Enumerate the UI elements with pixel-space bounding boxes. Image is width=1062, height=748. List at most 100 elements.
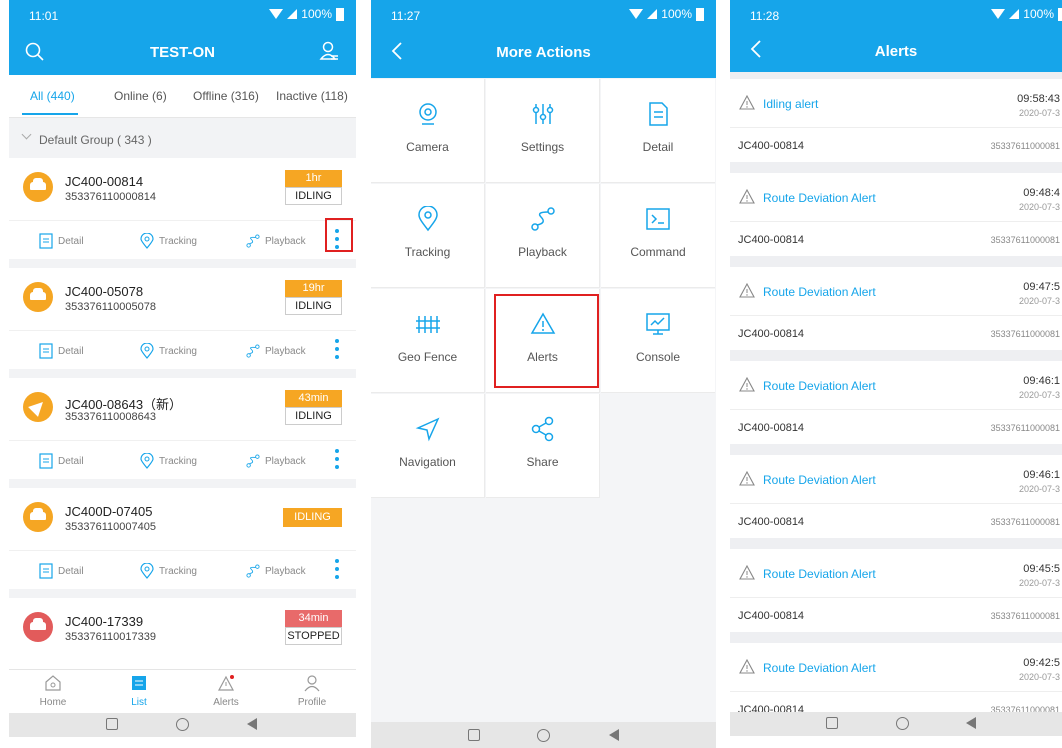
more-actions-screen: 11:27 100% More Actions Camera Settings … — [371, 0, 716, 748]
back-triangle-icon[interactable] — [247, 718, 257, 730]
home-button-icon[interactable] — [896, 717, 909, 730]
vehicle-name: JC400-00814 — [65, 174, 144, 189]
status-time: 11:01 — [29, 9, 59, 23]
playback-button[interactable]: Playback — [246, 453, 306, 469]
warning-icon — [739, 283, 755, 298]
warning-icon — [739, 565, 755, 580]
nav-profile[interactable]: Profile — [282, 674, 342, 708]
alert-header[interactable]: Route Deviation Alert 09:47:5 2020-07-3 — [730, 267, 1062, 316]
alert-header[interactable]: Route Deviation Alert 09:48:4 2020-07-3 — [730, 173, 1062, 222]
action-geofence[interactable]: Geo Fence — [371, 289, 485, 393]
more-options-button[interactable] — [330, 337, 344, 361]
tab-all[interactable]: All (440) — [30, 89, 75, 103]
status-icons: 100% — [991, 7, 1062, 21]
tab-online[interactable]: Online (6) — [114, 89, 167, 103]
recent-apps-icon[interactable] — [826, 717, 838, 729]
navigation-icon — [415, 417, 439, 442]
vehicle-card[interactable]: JC400-05078 353376110005078 19hr IDLING … — [9, 268, 356, 369]
chevron-down-icon — [21, 129, 32, 140]
home-button-icon[interactable] — [176, 718, 189, 731]
tab-inactive[interactable]: Inactive (118) — [276, 89, 348, 103]
detail-label: Detail — [58, 345, 84, 357]
playback-button[interactable]: Playback — [246, 343, 306, 359]
nav-list[interactable]: List — [109, 674, 169, 708]
action-detail[interactable]: Detail — [601, 79, 715, 183]
alert-item[interactable]: Idling alert 09:58:43 2020-07-3 JC400-00814… — [730, 79, 1062, 162]
vehicle-imei: 353376110017339 — [65, 631, 156, 643]
action-command[interactable]: Command — [601, 184, 715, 288]
tab-offline[interactable]: Offline (316) — [193, 89, 259, 103]
vehicle-avatar — [23, 282, 53, 312]
recent-apps-icon[interactable] — [106, 718, 118, 730]
more-options-button[interactable] — [330, 557, 344, 581]
back-triangle-icon[interactable] — [609, 729, 619, 741]
alert-header[interactable]: Route Deviation Alert 09:42:5 2020-07-3 — [730, 643, 1062, 692]
vehicle-name: JC400D-07405 — [65, 504, 153, 519]
signal-icon — [647, 9, 658, 19]
playback-label: Playback — [265, 345, 306, 357]
vehicle-actions: Detail Tracking Playback — [9, 440, 356, 479]
group-header[interactable]: Default Group ( 343 ) — [9, 118, 356, 158]
recent-apps-icon[interactable] — [468, 729, 480, 741]
detail-label: Detail — [58, 455, 84, 467]
tracking-button[interactable]: Tracking — [140, 343, 197, 359]
alert-header[interactable]: Route Deviation Alert 09:46:1 2020-07-3 — [730, 361, 1062, 410]
status-time: 11:27 — [391, 9, 421, 23]
vehicle-actions: Detail Tracking Playback — [9, 218, 356, 259]
home-button-icon[interactable] — [537, 729, 550, 742]
signal-icon — [1009, 9, 1020, 19]
action-console[interactable]: Console — [601, 289, 715, 393]
alert-item[interactable]: Route Deviation Alert 09:48:4 2020-07-3 JC4… — [730, 173, 1062, 256]
alert-item[interactable]: Route Deviation Alert 09:46:1 2020-07-3 JC4… — [730, 455, 1062, 538]
action-navigation[interactable]: Navigation — [371, 394, 485, 498]
alert-device: JC400-00814 — [738, 140, 805, 152]
action-tracking[interactable]: Tracking — [371, 184, 485, 288]
settings-icon — [532, 104, 553, 124]
alert-header[interactable]: Idling alert 09:58:43 2020-07-3 — [730, 79, 1062, 128]
duration-badge: 1hr — [285, 170, 342, 187]
detail-label: Detail — [58, 565, 84, 577]
action-settings[interactable]: Settings — [486, 79, 600, 183]
playback-button[interactable]: Playback — [246, 233, 306, 249]
detail-button[interactable]: Detail — [39, 343, 84, 359]
highlight-box — [494, 294, 599, 388]
command-icon — [646, 208, 670, 230]
nav-alerts[interactable]: Alerts — [196, 674, 256, 708]
highlight-box — [325, 218, 353, 252]
alert-device: JC400-00814 — [738, 610, 805, 622]
alert-item[interactable]: Route Deviation Alert 09:46:1 2020-07-3 JC4… — [730, 361, 1062, 444]
tracking-button[interactable]: Tracking — [140, 453, 197, 469]
duration-badge: 34min — [285, 610, 342, 627]
vehicle-avatar — [23, 172, 53, 202]
account-switch-icon[interactable] — [318, 40, 340, 62]
detail-icon — [39, 343, 53, 359]
tracking-icon — [417, 205, 438, 232]
vehicle-name: JC400-17339 — [65, 614, 144, 629]
detail-button[interactable]: Detail — [39, 233, 84, 249]
console-icon — [646, 313, 670, 335]
playback-label: Playback — [265, 455, 306, 467]
alert-header[interactable]: Route Deviation Alert 09:46:1 2020-07-3 — [730, 455, 1062, 504]
back-triangle-icon[interactable] — [966, 717, 976, 729]
vehicle-card[interactable]: JC400D-07405 353376110007405 IDLING Deta… — [9, 488, 356, 589]
alert-device: JC400-00814 — [738, 516, 805, 528]
nav-home[interactable]: Home — [23, 674, 83, 708]
alert-item[interactable]: Route Deviation Alert 09:47:5 2020-07-3 JC4… — [730, 267, 1062, 350]
wifi-icon — [269, 9, 284, 19]
alert-header[interactable]: Route Deviation Alert 09:45:5 2020-07-3 — [730, 549, 1062, 598]
tracking-button[interactable]: Tracking — [140, 563, 197, 579]
detail-button[interactable]: Detail — [39, 453, 84, 469]
playback-button[interactable]: Playback — [246, 563, 306, 579]
app-bar: Alerts — [730, 30, 1062, 72]
route-icon — [246, 564, 260, 578]
alert-item[interactable]: Route Deviation Alert 09:45:5 2020-07-3 JC4… — [730, 549, 1062, 632]
detail-button[interactable]: Detail — [39, 563, 84, 579]
tracking-button[interactable]: Tracking — [140, 233, 197, 249]
vehicle-card[interactable]: JC400-08643（新） 353376110008643 43min IDL… — [9, 378, 356, 479]
action-playback[interactable]: Playback — [486, 184, 600, 288]
vehicle-card[interactable]: JC400-00814 353376110000814 1hr IDLING D… — [9, 158, 356, 259]
action-share[interactable]: Share — [486, 394, 600, 498]
more-options-button[interactable] — [330, 447, 344, 471]
status-badge: IDLING — [285, 187, 342, 205]
action-camera[interactable]: Camera — [371, 79, 485, 183]
